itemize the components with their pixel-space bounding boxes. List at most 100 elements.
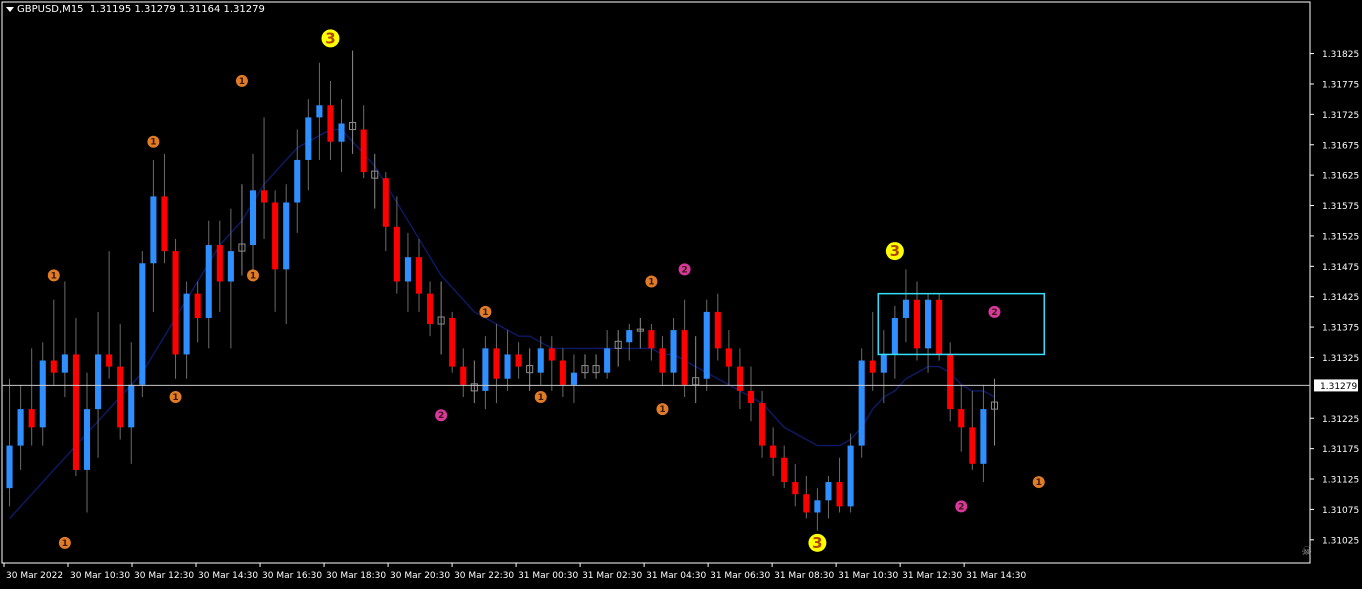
candle xyxy=(504,330,511,391)
wave-label: 1 xyxy=(645,275,658,288)
candle xyxy=(814,488,821,531)
candle-body xyxy=(427,293,434,325)
y-tick-label: 1.31125 xyxy=(1322,476,1359,486)
symbol-label: GBPUSD,M15 xyxy=(17,4,84,15)
y-tick-label: 1.31375 xyxy=(1322,324,1359,334)
candle-body xyxy=(947,354,954,410)
candle-body xyxy=(759,403,766,446)
candle-body xyxy=(482,348,489,391)
candle xyxy=(61,281,68,397)
wave-label-text: 1 xyxy=(648,278,654,288)
candles xyxy=(6,50,999,531)
wave-label-text: 2 xyxy=(958,502,964,512)
y-tick-label: 1.31825 xyxy=(1322,50,1359,60)
candle-body xyxy=(681,330,688,385)
x-tick-label: 31 Mar 14:30 xyxy=(966,571,1026,581)
candle-body xyxy=(106,354,113,367)
candle xyxy=(759,390,766,458)
candle xyxy=(636,317,644,349)
candle xyxy=(592,354,600,379)
price-chart[interactable]: 1.31825 1.31775 1.31725 1.31675 1.31625 1.315… xyxy=(0,0,1362,585)
ma-line xyxy=(8,128,995,519)
wave-label-text: 1 xyxy=(482,308,488,318)
x-tick-label: 31 Mar 00:30 xyxy=(518,571,578,581)
wave-label: 1 xyxy=(534,390,547,403)
candle xyxy=(925,293,932,373)
candle-body xyxy=(249,190,257,246)
chart-header: GBPUSD,M15 1.31195 1.31279 1.31164 1.312… xyxy=(6,4,265,15)
x-tick-label: 30 Mar 16:30 xyxy=(262,571,322,581)
candle-body xyxy=(648,330,655,349)
candle xyxy=(117,324,124,440)
candle xyxy=(648,324,655,361)
candle-body xyxy=(604,348,611,373)
candle xyxy=(493,324,500,404)
wave-label-text: 1 xyxy=(239,77,245,87)
candle xyxy=(825,475,832,519)
candle-body xyxy=(39,360,46,428)
candle xyxy=(415,238,423,312)
candle-body xyxy=(770,445,777,458)
wave-label-text: 1 xyxy=(659,405,665,415)
y-tick-label: 1.31425 xyxy=(1322,293,1359,303)
candle xyxy=(681,299,688,397)
wave-label: 2 xyxy=(678,263,691,276)
menu-triangle-icon[interactable] xyxy=(6,6,14,12)
candle-body xyxy=(958,409,965,428)
wave-label-text: 2 xyxy=(438,411,444,421)
wave-label-text: 1 xyxy=(62,539,68,549)
candle xyxy=(83,372,91,513)
wave-label: 1 xyxy=(169,390,182,403)
candle xyxy=(515,342,522,379)
candle xyxy=(28,348,35,446)
candle-body xyxy=(72,354,79,470)
candle-body xyxy=(216,245,223,282)
candle xyxy=(50,299,57,385)
candle xyxy=(836,457,843,513)
candle-body xyxy=(393,226,400,282)
candle-body xyxy=(570,372,577,385)
candle-body xyxy=(161,196,168,252)
candle xyxy=(72,317,79,476)
x-tick-label: 31 Mar 08:30 xyxy=(774,571,834,581)
wave-label-text: 1 xyxy=(51,271,57,281)
candle xyxy=(936,293,943,361)
candle xyxy=(803,475,810,519)
x-tick-label: 31 Mar 04:30 xyxy=(646,571,706,581)
x-tick-label: 31 Mar 06:30 xyxy=(710,571,770,581)
x-tick-label: 30 Mar 12:30 xyxy=(134,571,194,581)
candle xyxy=(548,336,555,391)
candle-body xyxy=(925,299,932,349)
candle xyxy=(95,311,102,458)
candle xyxy=(238,184,246,276)
y-tick-label: 1.31675 xyxy=(1322,141,1359,151)
wave-label: 3 xyxy=(885,242,904,261)
y-tick-label: 1.31625 xyxy=(1322,172,1359,182)
candle-body xyxy=(792,482,799,495)
candle xyxy=(216,220,223,312)
candle-body xyxy=(891,317,898,355)
candle-body xyxy=(902,299,909,318)
candle-body xyxy=(338,123,345,142)
candle xyxy=(427,281,434,337)
candle-body xyxy=(969,427,976,464)
candle xyxy=(958,384,965,452)
y-tick-label: 1.31175 xyxy=(1322,445,1359,455)
candle-body xyxy=(360,129,367,173)
candle xyxy=(360,105,367,179)
candle-body xyxy=(714,311,721,349)
x-tick-label: 31 Mar 10:30 xyxy=(838,571,898,581)
wave-label-text: 1 xyxy=(172,393,178,403)
candle-body xyxy=(415,257,423,294)
wave-label: 1 xyxy=(1032,476,1045,489)
candle-body xyxy=(880,354,887,373)
candle-body xyxy=(404,257,411,282)
wave-label-text: 1 xyxy=(538,393,544,403)
candle-body xyxy=(327,105,334,142)
candle xyxy=(316,62,323,160)
candle-body xyxy=(537,348,544,373)
candle xyxy=(305,99,312,191)
candle-body xyxy=(736,366,743,391)
wave-label-text: 3 xyxy=(325,29,335,47)
y-tick-label: 1.31475 xyxy=(1322,263,1359,273)
